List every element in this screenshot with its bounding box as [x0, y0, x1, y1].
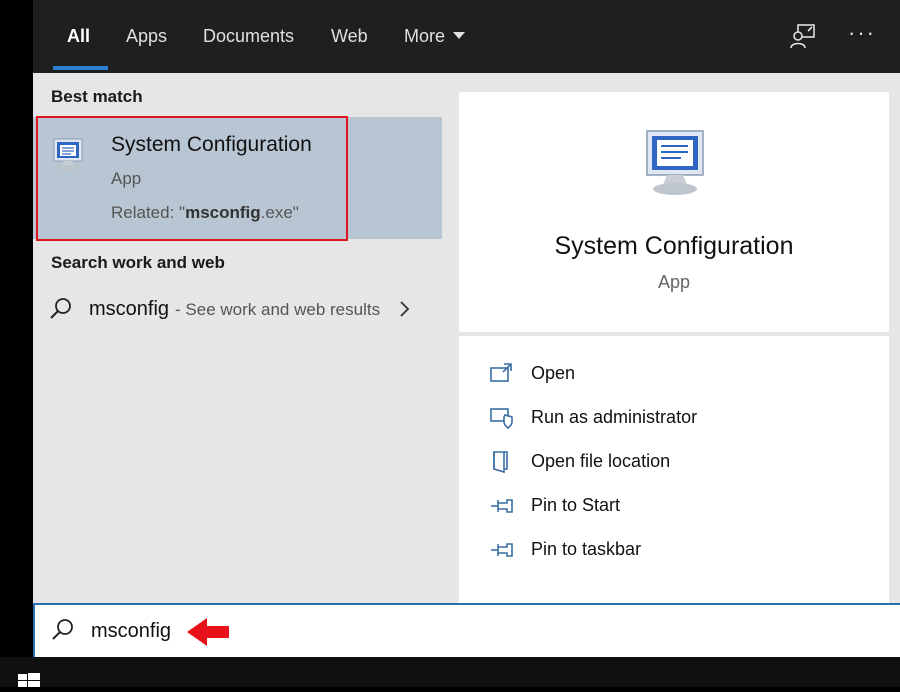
action-open-file-location-label: Open file location [531, 451, 671, 471]
action-run-as-administrator[interactable]: Run as administrator [459, 399, 889, 439]
action-pin-to-taskbar[interactable]: Pin to taskbar [459, 531, 889, 571]
open-icon [489, 362, 515, 386]
shield-icon [489, 406, 515, 430]
feedback-button[interactable] [789, 22, 817, 50]
desktop-edge [0, 0, 33, 657]
tab-more-label: More [404, 26, 446, 46]
web-search-result[interactable]: msconfig - See work and web results [33, 288, 442, 332]
chevron-down-icon [453, 31, 466, 39]
taskbar [0, 657, 900, 687]
tab-all[interactable]: All [67, 0, 90, 73]
tab-web[interactable]: Web [331, 0, 368, 73]
system-configuration-app-icon-large [641, 127, 711, 199]
action-open[interactable]: Open [459, 355, 889, 395]
pin-icon [489, 494, 515, 518]
windows-start-icon[interactable] [18, 671, 40, 687]
search-input[interactable] [89, 615, 693, 647]
search-icon [48, 296, 74, 322]
web-result-hint: - See work and web results [175, 300, 381, 319]
preview-header: System Configuration App [459, 92, 889, 332]
results-panel: Best match System Configuration App Rela… [33, 73, 442, 603]
best-match-heading: Best match [51, 87, 143, 106]
highlight-box [36, 116, 348, 241]
preview-actions: Open Run as administrator Open file loca… [459, 336, 889, 603]
preview-type: App [657, 272, 691, 292]
tab-documents[interactable]: Documents [203, 0, 294, 73]
search-icon [50, 617, 76, 643]
search-tab-bar: All Apps Documents Web More ··· [33, 0, 900, 73]
start-search-window: All Apps Documents Web More ··· Best mat… [33, 0, 900, 657]
web-result-text: msconfig - See work and web results [89, 298, 380, 321]
more-options-button[interactable]: ··· [848, 18, 878, 48]
pin-icon [489, 538, 515, 562]
feedback-icon [790, 24, 815, 49]
web-result-query: msconfig [89, 298, 170, 320]
tab-apps[interactable]: Apps [126, 0, 167, 73]
search-box [33, 603, 900, 657]
action-open-file-location[interactable]: Open file location [459, 443, 889, 483]
preview-title: System Configuration [554, 232, 794, 260]
chevron-right-icon[interactable] [398, 299, 412, 319]
action-pin-to-start[interactable]: Pin to Start [459, 487, 889, 527]
action-pin-to-taskbar-label: Pin to taskbar [531, 539, 642, 559]
action-pin-to-start-label: Pin to Start [531, 495, 621, 515]
tab-more[interactable]: More [404, 0, 466, 73]
action-open-label: Open [531, 363, 576, 383]
action-run-as-administrator-label: Run as administrator [531, 407, 698, 427]
annotation-arrow [185, 615, 231, 649]
folder-icon [489, 450, 515, 474]
search-work-web-heading: Search work and web [51, 253, 225, 272]
active-tab-indicator [53, 66, 108, 70]
